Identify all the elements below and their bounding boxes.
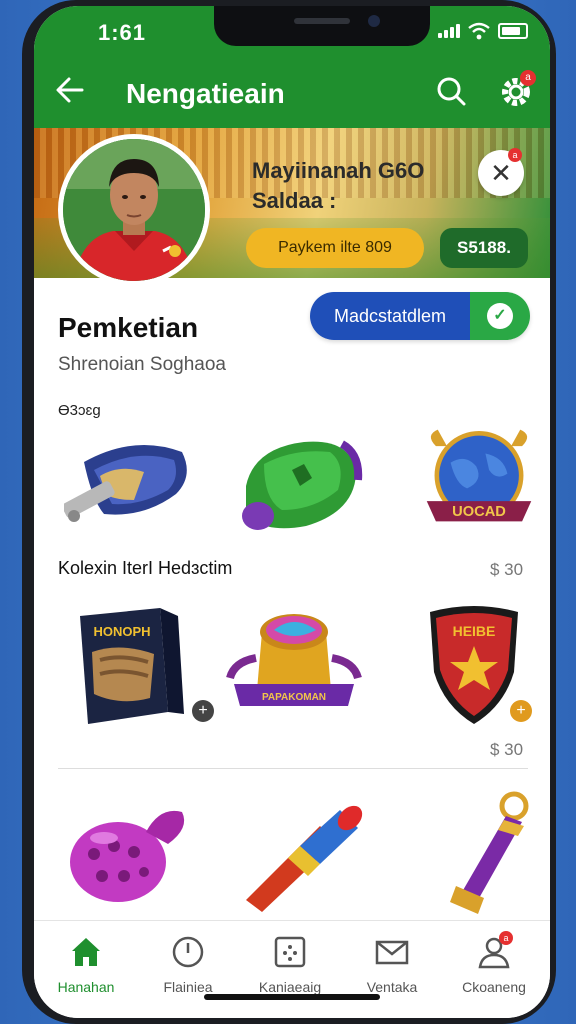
bottom-nav: Hanahan Flainiea Kaniaeaig Ventaka a Cko…	[34, 920, 550, 1018]
nav-grid-label: Kaniaeaig	[258, 979, 322, 995]
avatar-photo	[63, 139, 205, 281]
add-item-button[interactable]: +	[192, 700, 214, 722]
app-screen: 1:61 Nengatieain a Mayiinanah G6O Saldaa…	[34, 6, 550, 1018]
status-toggle[interactable]: Madcstatdlem ✓	[310, 292, 530, 340]
page-title: Nengatieain	[126, 78, 285, 109]
nav-messages[interactable]: Ventaka	[342, 935, 442, 995]
clock-icon	[172, 936, 204, 968]
back-button[interactable]	[54, 70, 86, 119]
promo-button[interactable]: Paykem ilte 809	[246, 228, 424, 268]
settings-badge: a	[520, 70, 536, 86]
shield-text: HEIBE	[453, 623, 496, 639]
divider	[58, 768, 528, 769]
nav-profile-label: Ckoaneng	[462, 979, 526, 995]
item-torch-cone[interactable]	[240, 796, 370, 912]
banner-title-line1: Mayiinanah G6O	[252, 158, 425, 183]
nav-home-label: Hanahan	[57, 979, 115, 995]
item-box[interactable]: HONOPH	[70, 602, 190, 726]
mail-icon	[375, 940, 409, 965]
status-icons	[438, 22, 528, 40]
row-price: $ 30	[490, 740, 524, 759]
item-golden-drum[interactable]: PAPAKOMAN	[224, 606, 364, 724]
toggle-label: Madcstatdlem	[310, 292, 470, 340]
profile-badge: a	[499, 931, 513, 945]
nav-messages-label: Ventaka	[366, 979, 418, 995]
profile-subtitle: Shrenoian Soghaoa	[58, 354, 226, 375]
banner-title-line2: Saldaa :	[252, 188, 337, 213]
arrow-left-icon	[56, 77, 84, 103]
price-pill[interactable]: S5188.	[440, 228, 528, 268]
globe-badge-ribbon-text: UOCAD	[452, 504, 506, 520]
nav-history-label: Flainiea	[163, 979, 213, 995]
item-blue-shoe-cannon[interactable]	[64, 434, 194, 544]
item-golden-bat[interactable]	[434, 790, 544, 916]
item-red-shield[interactable]: HEIBE	[424, 602, 524, 728]
nav-history[interactable]: Flainiea	[138, 935, 238, 995]
banner-title: Mayiinanah G6O Saldaa :	[252, 156, 472, 216]
section-label: Ɵ3ɔɛg	[58, 402, 101, 419]
check-icon: ✓	[487, 303, 513, 329]
toggle-check[interactable]: ✓	[470, 292, 530, 340]
close-icon: ✕	[490, 158, 512, 188]
nav-grid[interactable]: Kaniaeaig	[240, 935, 340, 995]
collection-title: Kolexin IterI Hedɜctim	[58, 558, 233, 578]
player-portrait	[63, 139, 205, 281]
signal-icon	[438, 24, 460, 38]
device-notch	[214, 6, 430, 46]
collection-price: $ 30	[490, 560, 524, 579]
item-green-glove[interactable]	[234, 434, 364, 544]
wifi-icon	[468, 22, 490, 40]
profile-name: Pemketian	[58, 312, 199, 343]
item-blue-globe-badge[interactable]: UOCAD	[414, 426, 544, 536]
home-icon	[72, 938, 100, 966]
drum-ribbon-text: PAPAKOMAN	[262, 692, 326, 703]
home-indicator	[204, 994, 380, 1000]
status-time: 1:61	[98, 20, 147, 45]
avatar[interactable]	[58, 134, 210, 286]
item-purple-ball[interactable]	[64, 796, 194, 912]
box-title-text: HONOPH	[93, 624, 150, 639]
grid-icon	[274, 936, 306, 968]
battery-icon	[498, 23, 528, 39]
close-badge: a	[508, 148, 522, 162]
nav-home[interactable]: Hanahan	[36, 935, 136, 995]
app-bar: Nengatieain a	[34, 56, 550, 128]
add-shield-button[interactable]: +	[510, 700, 532, 722]
search-icon[interactable]	[436, 76, 466, 106]
nav-profile[interactable]: a Ckoaneng	[444, 931, 544, 995]
